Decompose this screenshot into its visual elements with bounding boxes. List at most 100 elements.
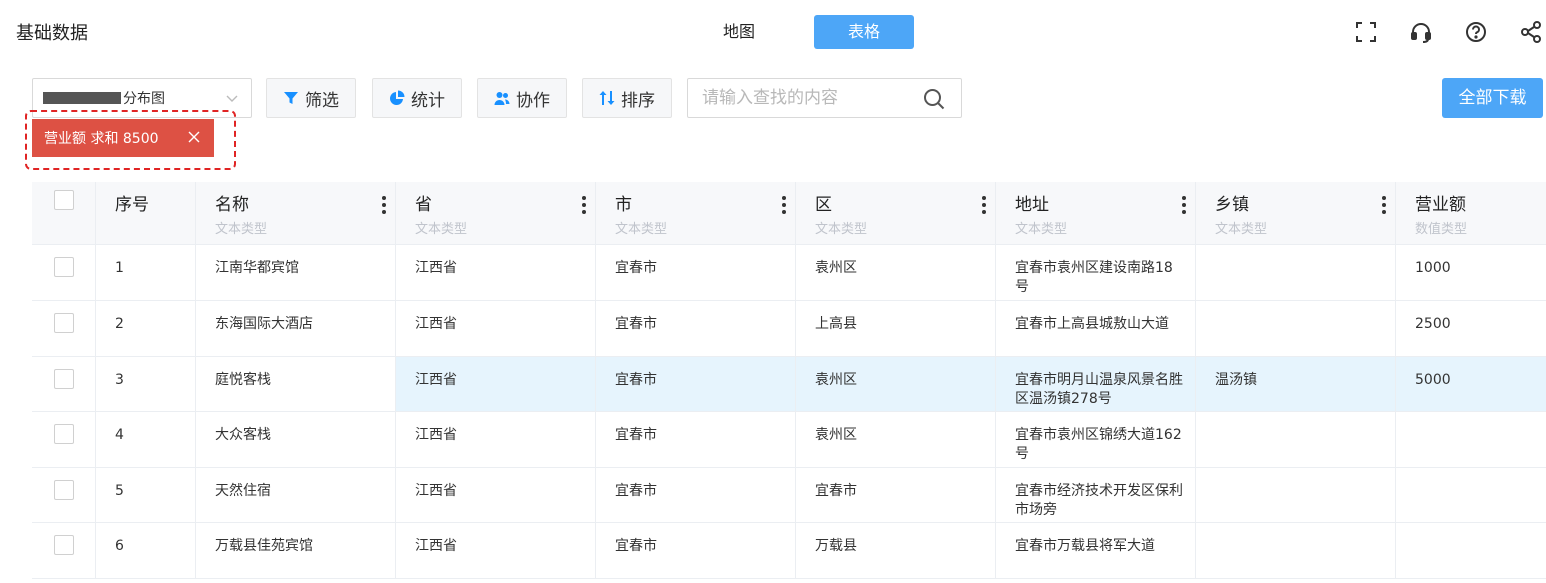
column-header-province[interactable]: 省 文本类型 xyxy=(396,182,596,244)
column-type: 文本类型 xyxy=(1015,222,1068,237)
more-vertical-icon[interactable] xyxy=(781,196,787,216)
cell-district[interactable]: 袁州区 xyxy=(796,245,996,300)
cell-address[interactable]: 宜春市万载县将军大道 xyxy=(996,523,1196,578)
chevron-down-icon xyxy=(226,95,238,102)
cell-district[interactable]: 上高县 xyxy=(796,301,996,356)
cell-name[interactable]: 庭悦客栈 xyxy=(196,357,396,411)
download-all-button[interactable]: 全部下载 xyxy=(1442,78,1543,118)
cell-province[interactable]: 江西省 xyxy=(396,357,596,411)
cell-city[interactable]: 宜春市 xyxy=(596,523,796,578)
stats-button[interactable]: 统计 xyxy=(372,78,462,118)
cell-no: 3 xyxy=(96,357,196,411)
cell-value: 1 xyxy=(115,260,124,276)
cell-revenue[interactable]: 1000 xyxy=(1396,245,1546,300)
pie-chart-icon xyxy=(390,90,405,105)
row-checkbox[interactable] xyxy=(54,313,74,333)
row-checkbox[interactable] xyxy=(54,424,74,444)
more-vertical-icon[interactable] xyxy=(581,196,587,216)
cell-name[interactable]: 江南华都宾馆 xyxy=(196,245,396,300)
column-header-no[interactable]: 序号 xyxy=(96,182,196,244)
cell-town[interactable] xyxy=(1196,468,1396,522)
headset-icon[interactable] xyxy=(1406,18,1436,46)
tab-table[interactable]: 表格 xyxy=(814,15,914,49)
table-row[interactable]: 6 万载县佳苑宾馆 江西省 宜春市 万载县 宜春市万载县将军大道 xyxy=(32,523,1546,579)
tab-map[interactable]: 地图 xyxy=(700,15,778,49)
cell-district[interactable]: 万载县 xyxy=(796,523,996,578)
row-checkbox[interactable] xyxy=(54,257,74,277)
filter-tag[interactable]: 营业额 求和 8500 xyxy=(32,119,214,157)
more-vertical-icon[interactable] xyxy=(1381,196,1387,216)
cell-value: 袁州区 xyxy=(815,427,857,443)
cell-revenue[interactable]: 2500 xyxy=(1396,301,1546,356)
column-title: 市 xyxy=(615,195,632,215)
more-vertical-icon[interactable] xyxy=(1181,196,1187,216)
cell-town[interactable]: 温汤镇 xyxy=(1196,357,1396,411)
cell-city[interactable]: 宜春市 xyxy=(596,412,796,467)
cell-address[interactable]: 宜春市袁州区建设南路18号 xyxy=(996,245,1196,300)
collab-button[interactable]: 协作 xyxy=(477,78,567,118)
cell-province[interactable]: 江西省 xyxy=(396,468,596,522)
filter-button[interactable]: 筛选 xyxy=(266,78,356,118)
cell-no: 6 xyxy=(96,523,196,578)
cell-name[interactable]: 万载县佳苑宾馆 xyxy=(196,523,396,578)
row-checkbox[interactable] xyxy=(54,369,74,389)
cell-province[interactable]: 江西省 xyxy=(396,412,596,467)
cell-town[interactable] xyxy=(1196,301,1396,356)
select-all-checkbox[interactable] xyxy=(54,190,74,210)
column-header-name[interactable]: 名称 文本类型 xyxy=(196,182,396,244)
row-checkbox[interactable] xyxy=(54,480,74,500)
cell-revenue[interactable] xyxy=(1396,468,1546,522)
more-vertical-icon[interactable] xyxy=(381,196,387,216)
fullscreen-icon[interactable] xyxy=(1351,18,1381,46)
cell-district[interactable]: 宜春市 xyxy=(796,468,996,522)
cell-address[interactable]: 宜春市上高县城敖山大道 xyxy=(996,301,1196,356)
cell-name[interactable]: 东海国际大酒店 xyxy=(196,301,396,356)
cell-name[interactable]: 大众客栈 xyxy=(196,412,396,467)
search-box xyxy=(687,78,962,118)
column-type: 文本类型 xyxy=(815,222,868,237)
share-icon[interactable] xyxy=(1516,18,1546,46)
column-header-city[interactable]: 市 文本类型 xyxy=(596,182,796,244)
cell-town[interactable] xyxy=(1196,523,1396,578)
table-row[interactable]: 4 大众客栈 江西省 宜春市 袁州区 宜春市袁州区锦绣大道162号 xyxy=(32,412,1546,468)
cell-province[interactable]: 江西省 xyxy=(396,301,596,356)
cell-revenue[interactable] xyxy=(1396,523,1546,578)
cell-city[interactable]: 宜春市 xyxy=(596,245,796,300)
row-checkbox[interactable] xyxy=(54,535,74,555)
row-select-cell xyxy=(32,245,96,300)
table-row[interactable]: 5 天然住宿 江西省 宜春市 宜春市 宜春市经济技术开发区保利市场旁 xyxy=(32,468,1546,523)
cell-value: 江西省 xyxy=(415,316,457,332)
cell-city[interactable]: 宜春市 xyxy=(596,357,796,411)
column-header-address[interactable]: 地址 文本类型 xyxy=(996,182,1196,244)
cell-district[interactable]: 袁州区 xyxy=(796,357,996,411)
search-icon[interactable] xyxy=(923,88,945,110)
cell-value: 4 xyxy=(115,427,124,443)
cell-city[interactable]: 宜春市 xyxy=(596,468,796,522)
cell-province[interactable]: 江西省 xyxy=(396,245,596,300)
table-row[interactable]: 3 庭悦客栈 江西省 宜春市 袁州区 宜春市明月山温泉风景名胜区温汤镇278号 … xyxy=(32,357,1546,412)
cell-name[interactable]: 天然住宿 xyxy=(196,468,396,522)
sort-button[interactable]: 排序 xyxy=(582,78,672,118)
page-title: 基础数据 xyxy=(16,23,88,44)
cell-address[interactable]: 宜春市经济技术开发区保利市场旁 xyxy=(996,468,1196,522)
cell-town[interactable] xyxy=(1196,245,1396,300)
column-header-district[interactable]: 区 文本类型 xyxy=(796,182,996,244)
cell-address[interactable]: 宜春市明月山温泉风景名胜区温汤镇278号 xyxy=(996,357,1196,411)
cell-province[interactable]: 江西省 xyxy=(396,523,596,578)
top-bar: 基础数据 地图 表格 xyxy=(0,0,1546,62)
table-row[interactable]: 1 江南华都宾馆 江西省 宜春市 袁州区 宜春市袁州区建设南路18号 1000 xyxy=(32,245,1546,301)
cell-revenue[interactable]: 5000 xyxy=(1396,357,1546,411)
table-row[interactable]: 2 东海国际大酒店 江西省 宜春市 上高县 宜春市上高县城敖山大道 2500 xyxy=(32,301,1546,357)
cell-revenue[interactable] xyxy=(1396,412,1546,467)
close-icon[interactable] xyxy=(188,131,200,143)
column-header-town[interactable]: 乡镇 文本类型 xyxy=(1196,182,1396,244)
more-vertical-icon[interactable] xyxy=(981,196,987,216)
cell-value: 宜春市 xyxy=(615,372,657,388)
help-icon[interactable] xyxy=(1461,18,1491,46)
cell-city[interactable]: 宜春市 xyxy=(596,301,796,356)
cell-address[interactable]: 宜春市袁州区锦绣大道162号 xyxy=(996,412,1196,467)
search-input[interactable] xyxy=(702,79,922,117)
cell-district[interactable]: 袁州区 xyxy=(796,412,996,467)
column-header-revenue[interactable]: 营业额 数值类型 xyxy=(1396,182,1546,244)
cell-town[interactable] xyxy=(1196,412,1396,467)
